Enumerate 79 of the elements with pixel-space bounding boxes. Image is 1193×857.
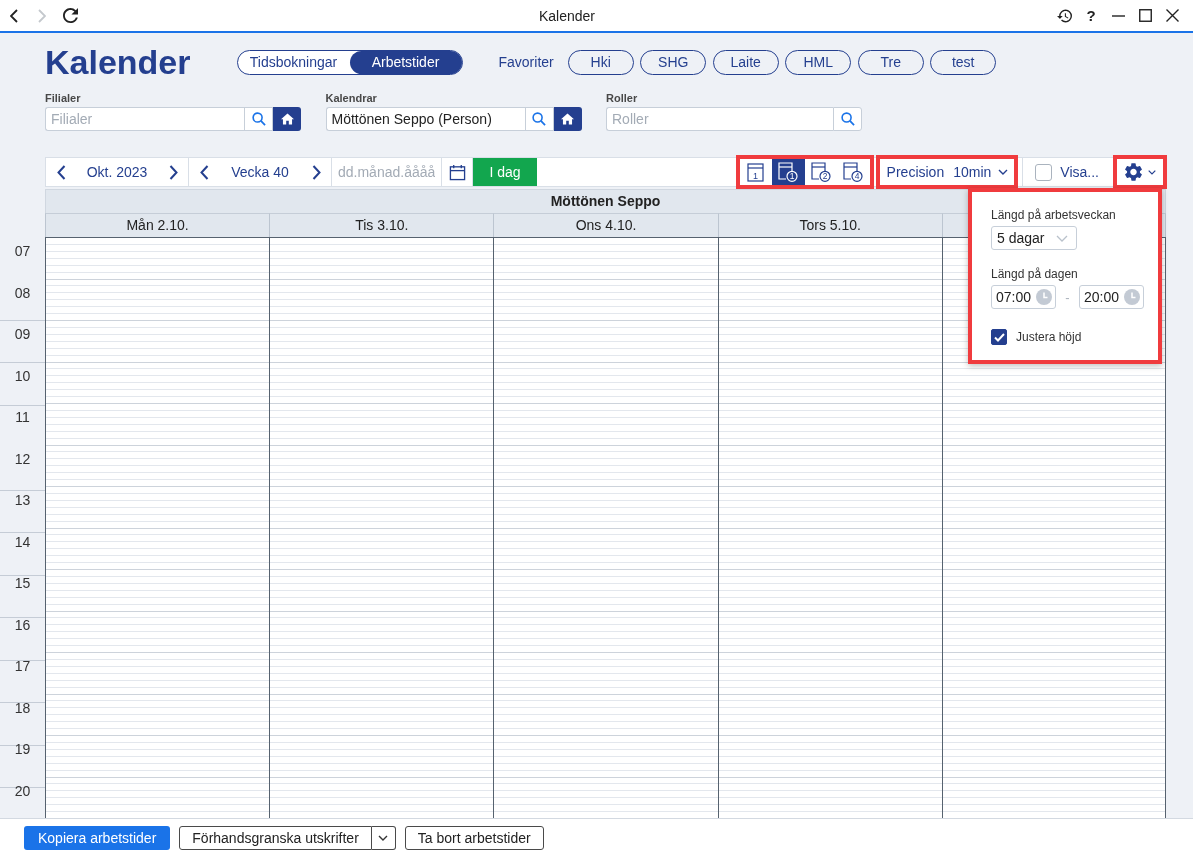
- search-icon: [251, 112, 266, 126]
- house-icon: [561, 113, 574, 125]
- hour-label: 14: [14, 533, 31, 550]
- week-length-select[interactable]: 5 dagar: [991, 226, 1077, 250]
- week-label: Vecka 40: [230, 164, 290, 180]
- copy-button[interactable]: Kopiera arbetstider: [24, 826, 171, 850]
- house-icon: [280, 113, 294, 125]
- hour-label: 11: [15, 409, 30, 425]
- hour-label: 16: [14, 616, 31, 633]
- hour-label: 19: [14, 741, 31, 757]
- hour-label: 13: [14, 492, 31, 508]
- checkbox-label[interactable]: Visa...: [1060, 164, 1099, 180]
- hour-label: 10: [14, 367, 31, 384]
- mode-tab[interactable]: Arbetstider: [349, 50, 462, 74]
- search-button[interactable]: [244, 107, 273, 131]
- hour-label: 12: [14, 450, 31, 467]
- chevron-left-icon: [10, 8, 18, 23]
- mode-tab[interactable]: Tidsbokningar: [237, 50, 350, 74]
- clock-icon: [1036, 289, 1052, 305]
- chevron-down-icon: [378, 835, 389, 841]
- clock-icon: [1124, 289, 1140, 305]
- calendar-day-icon: 1: [747, 162, 765, 182]
- settings-icon: [1124, 163, 1142, 181]
- search-button[interactable]: [524, 107, 554, 131]
- reload-icon: [62, 8, 78, 23]
- day-header: Tis 3.10.: [269, 213, 494, 237]
- minimize-icon: [1111, 14, 1125, 17]
- dropdown-button[interactable]: [371, 826, 396, 850]
- hour-label: 18: [14, 699, 31, 716]
- time-field[interactable]: 20:00: [1079, 285, 1144, 309]
- chevron-down-icon: [1147, 169, 1156, 175]
- checkbox[interactable]: [1035, 163, 1053, 181]
- field-label: Kalendrar: [325, 91, 378, 105]
- home-button[interactable]: [273, 107, 301, 131]
- range-separator: -: [1064, 289, 1071, 305]
- calendar-icon: [448, 163, 466, 181]
- settings-button[interactable]: [1113, 155, 1167, 189]
- home-button[interactable]: [553, 107, 582, 131]
- hour-label: 20: [14, 782, 31, 799]
- precision-dropdown[interactable]: Precision 10min: [875, 155, 1019, 189]
- field-label: Roller: [606, 91, 639, 105]
- chevron-left-icon: [56, 164, 66, 180]
- day-header: Ons 4.10.: [493, 213, 718, 237]
- hour-label: 09: [14, 326, 31, 342]
- history-icon: [1056, 8, 1072, 23]
- favorites-label: Favoriter: [498, 54, 554, 70]
- search-icon: [532, 112, 546, 126]
- chevron-down-icon: [1056, 234, 1068, 242]
- help-button[interactable]: ?: [1081, 4, 1101, 27]
- chevron-left-icon: [199, 164, 209, 180]
- preview-button[interactable]: Förhandsgranska utskrifter: [179, 826, 372, 850]
- hour-label: 15: [14, 575, 31, 591]
- field-label: Längd på dagen: [991, 267, 1078, 282]
- maximize-icon: [1138, 9, 1152, 22]
- delete-button[interactable]: Ta bort arbetstider: [404, 826, 544, 850]
- day-header: Mån 2.10.: [45, 213, 270, 237]
- search-button[interactable]: [833, 107, 862, 131]
- day-header: Tors 5.10.: [717, 213, 942, 237]
- checkmark-icon: [993, 332, 1005, 342]
- hour-label: 17: [14, 658, 31, 674]
- view-button[interactable]: 1: [772, 159, 805, 185]
- text-field[interactable]: Möttönen Seppo (Person): [325, 107, 525, 131]
- field-label: Filialer: [45, 91, 82, 105]
- chevron-down-icon: [998, 169, 1009, 175]
- chevron-right-icon: [311, 164, 321, 180]
- close-icon: [1165, 9, 1179, 22]
- search-icon: [840, 112, 855, 126]
- checkbox-label[interactable]: Justera höjd: [1016, 330, 1082, 344]
- month-label: Okt. 2023: [85, 164, 149, 180]
- hour-label: 08: [14, 284, 31, 301]
- time-field[interactable]: 07:00: [991, 285, 1056, 309]
- window-title: Kalender: [537, 7, 596, 24]
- chevron-right-icon: [38, 8, 46, 23]
- hour-label: 07: [14, 243, 31, 259]
- chevron-right-icon: [168, 164, 178, 180]
- checkbox[interactable]: [991, 329, 1007, 345]
- text-field[interactable]: Filialer: [45, 107, 244, 131]
- text-field[interactable]: Roller: [606, 107, 833, 131]
- page-title: Kalender: [45, 42, 191, 83]
